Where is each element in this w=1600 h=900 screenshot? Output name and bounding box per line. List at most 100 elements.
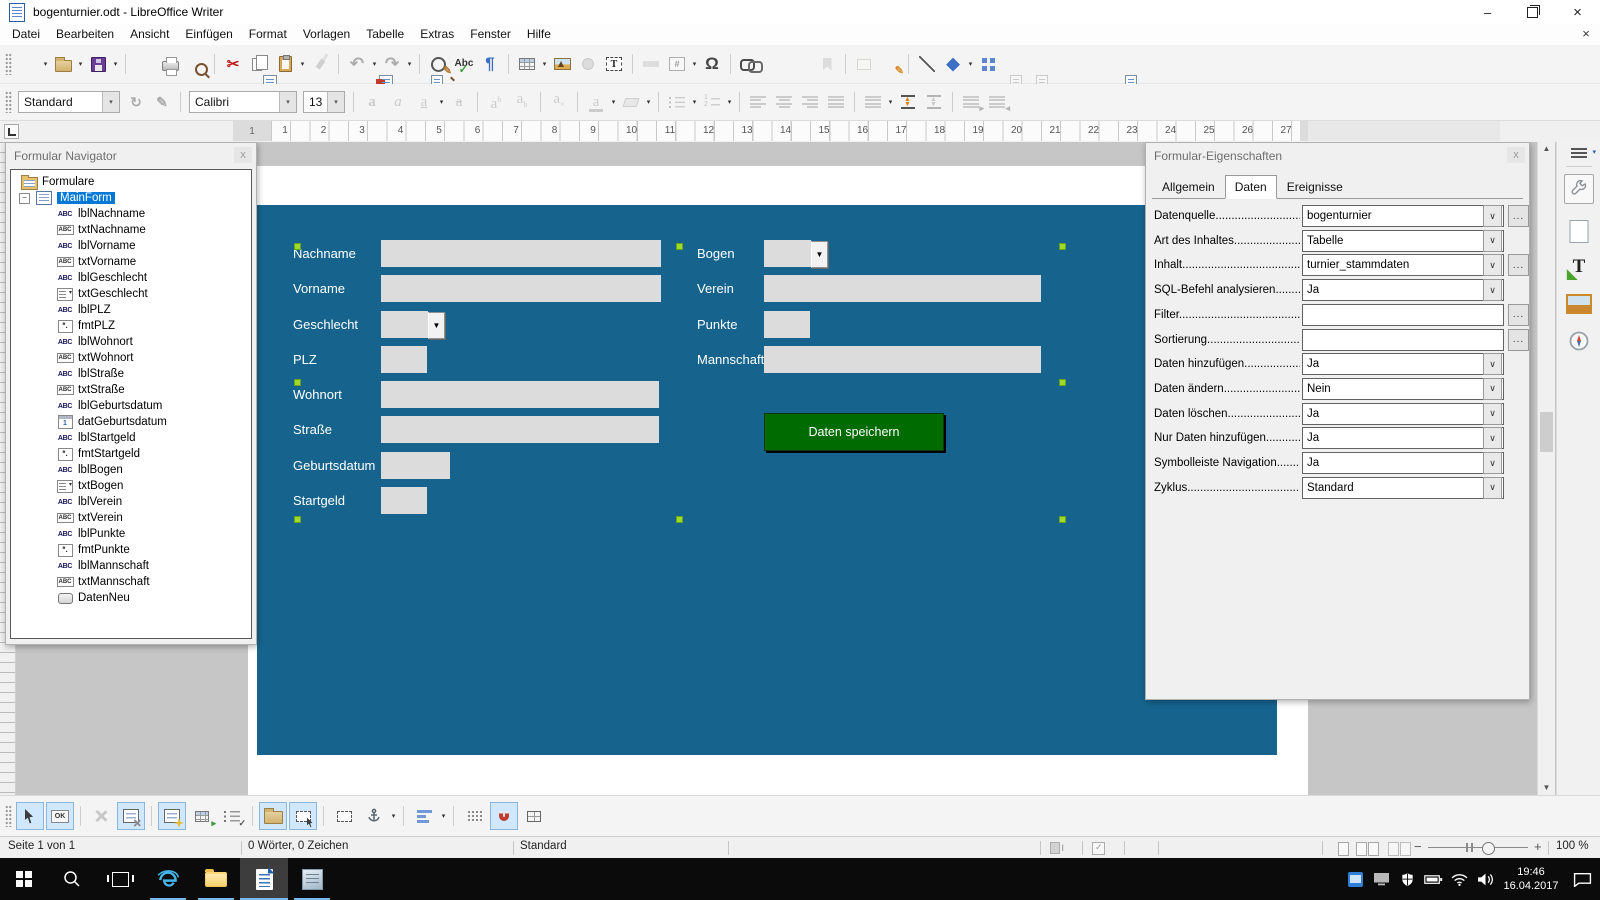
property-field-art-des-inhaltes[interactable]: Tabelle (1302, 230, 1504, 252)
scroll-up-icon[interactable]: ▲ (1538, 142, 1555, 156)
toolbar-grip[interactable] (5, 805, 12, 827)
zoom-out-button[interactable]: − (1414, 839, 1422, 854)
menu-hilfe[interactable]: Hilfe (519, 24, 559, 45)
draw-functions-button[interactable] (975, 51, 1001, 77)
add-field-button[interactable]: ▸ (188, 802, 216, 830)
dropdown-arrow-icon[interactable]: ∨ (1483, 205, 1502, 227)
subscript-button[interactable]: ab (509, 89, 535, 115)
styles-deck-button[interactable]: T (1573, 256, 1586, 278)
minimize-button[interactable]: – (1465, 0, 1510, 24)
menu-fenster[interactable]: Fenster (462, 24, 519, 45)
property-field-symbolleiste-navigation[interactable]: Ja (1302, 452, 1504, 474)
dropdown-arrow-icon[interactable]: ∨ (1483, 403, 1502, 425)
form-field-wohnort[interactable] (381, 381, 659, 408)
tree-item-txtbogen[interactable]: txtBogen (11, 478, 251, 494)
tree-item-mainform[interactable]: −MainForm (11, 190, 251, 206)
tree-item-lblgeburtsdatum[interactable]: ABClblGeburtsdatum (11, 398, 251, 414)
spelling-button[interactable]: Abc✓ (451, 51, 477, 77)
new-document-button[interactable] (15, 51, 41, 77)
dropdown-arrow-icon[interactable]: ∨ (1483, 378, 1502, 400)
wizards-on-off-button[interactable] (289, 802, 317, 830)
combo-paragraph-style[interactable]: Standard▾ (18, 91, 120, 113)
dropdown-arrow-icon[interactable]: ∨ (1483, 279, 1502, 301)
insert-endnote-button[interactable] (788, 51, 814, 77)
form-field-nachname[interactable] (381, 240, 661, 267)
page-deck-button[interactable] (1570, 220, 1589, 243)
dropdown-arrow-icon[interactable]: ∨ (1483, 254, 1502, 276)
close-button[interactable]: × (1555, 0, 1600, 24)
tree-item-txtvorname[interactable]: ABCtxtVorname (11, 254, 251, 270)
insert-field-button[interactable]: # (664, 51, 690, 77)
internet-explorer-button[interactable] (144, 858, 192, 900)
task-view-button[interactable] (96, 858, 144, 900)
selection-mode-icon[interactable] (1050, 842, 1060, 854)
property-field-daten-hinzuf-gen[interactable]: Ja (1302, 353, 1504, 375)
tree-item-lblplz[interactable]: ABClblPLZ (11, 302, 251, 318)
insert-chart-button[interactable] (575, 51, 601, 77)
open-dropdown-arrow[interactable]: ▾ (76, 60, 85, 68)
save-dropdown-arrow[interactable]: ▾ (111, 60, 120, 68)
numbered-list-button[interactable] (699, 89, 725, 115)
increase-indent-button[interactable]: ▸ (958, 89, 984, 115)
multi-page-view-icon[interactable] (1356, 842, 1367, 856)
zoom-slider-thumb[interactable] (1482, 842, 1495, 855)
special-character-button[interactable]: Ω (699, 51, 725, 77)
italic-button[interactable]: a (385, 89, 411, 115)
bullet-list-dropdown-arrow[interactable]: ▾ (690, 98, 699, 106)
single-page-view-icon[interactable] (1338, 842, 1349, 856)
undo-dropdown-arrow[interactable]: ▾ (370, 60, 379, 68)
taskbar-clock[interactable]: 19:46 16.04.2017 (1502, 865, 1560, 893)
tray-defender-button[interactable] (1394, 858, 1420, 900)
dropdown-arrow-icon[interactable]: ∨ (1483, 230, 1502, 252)
dropdown-arrow-icon[interactable]: ▼ (811, 241, 828, 268)
tray-wifi-button[interactable] (1446, 858, 1472, 900)
form-field-bogen[interactable] (764, 240, 811, 267)
tree-item-txtgeschlecht[interactable]: txtGeschlecht (11, 286, 251, 302)
menu-vorlagen[interactable]: Vorlagen (295, 24, 358, 45)
save-data-button[interactable]: Daten speichern (764, 413, 944, 451)
open-in-design-mode-button[interactable] (259, 802, 287, 830)
menu-datei[interactable]: Datei (4, 24, 48, 45)
menu-bearbeiten[interactable]: Bearbeiten (48, 24, 122, 45)
property-field-daten-ndern[interactable]: Nein (1302, 378, 1504, 400)
dropdown-arrow-icon[interactable]: ∨ (1483, 353, 1502, 375)
export-pdf-button[interactable] (131, 51, 157, 77)
tray-display-button[interactable] (1368, 858, 1394, 900)
tray-volume-button[interactable] (1472, 858, 1498, 900)
dropdown-arrow-icon[interactable]: ∨ (1483, 452, 1502, 474)
property-field-sql-befehl-analysieren[interactable]: Ja (1302, 279, 1504, 301)
selection-handle[interactable] (294, 243, 301, 250)
paragraph-spacing-decrease-button[interactable] (921, 89, 947, 115)
page-style-status[interactable]: Standard (520, 840, 567, 852)
bold-button[interactable]: a (359, 89, 385, 115)
tree-item-lblnachname[interactable]: ABClblNachname (11, 206, 251, 222)
insert-field-dropdown-arrow[interactable]: ▾ (690, 60, 699, 68)
toolbar-grip[interactable] (5, 53, 12, 75)
toolbar-grip[interactable] (5, 91, 12, 113)
tree-item-lblmannschaft[interactable]: ABClblMannschaft (11, 558, 251, 574)
signature-status-icon[interactable] (1092, 842, 1105, 855)
position-and-size-button[interactable] (330, 802, 358, 830)
new-style-button[interactable]: ✎ (149, 89, 175, 115)
tree-item-lblstartgeld[interactable]: ABClblStartgeld (11, 430, 251, 446)
underline-button[interactable]: a (411, 89, 437, 115)
font-color-button[interactable]: a (583, 89, 609, 115)
navigator-deck-button[interactable] (1568, 330, 1590, 352)
selection-handle[interactable] (294, 379, 301, 386)
start-button[interactable] (0, 858, 48, 900)
formatting-marks-button[interactable]: ¶ (477, 51, 503, 77)
close-document-button[interactable]: × (1578, 26, 1594, 41)
form-field-startgeld[interactable] (381, 487, 427, 514)
highlight-color-button[interactable] (618, 89, 644, 115)
tree-item-txtwohnort[interactable]: ABCtxtWohnort (11, 350, 251, 366)
tree-item-lblverein[interactable]: ABClblVerein (11, 494, 251, 510)
print-preview-button[interactable] (183, 51, 209, 77)
justify-button[interactable] (823, 89, 849, 115)
snap-to-grid-button[interactable] (490, 802, 518, 830)
scroll-down-icon[interactable]: ▼ (1538, 781, 1555, 795)
dropdown-arrow-icon[interactable]: ▾ (279, 92, 296, 112)
word-count-status[interactable]: 0 Wörter, 0 Zeichen (248, 840, 348, 852)
numbered-list-dropdown-arrow[interactable]: ▾ (725, 98, 734, 106)
insert-bookmark-button[interactable] (814, 51, 840, 77)
control-properties-button[interactable] (87, 802, 115, 830)
